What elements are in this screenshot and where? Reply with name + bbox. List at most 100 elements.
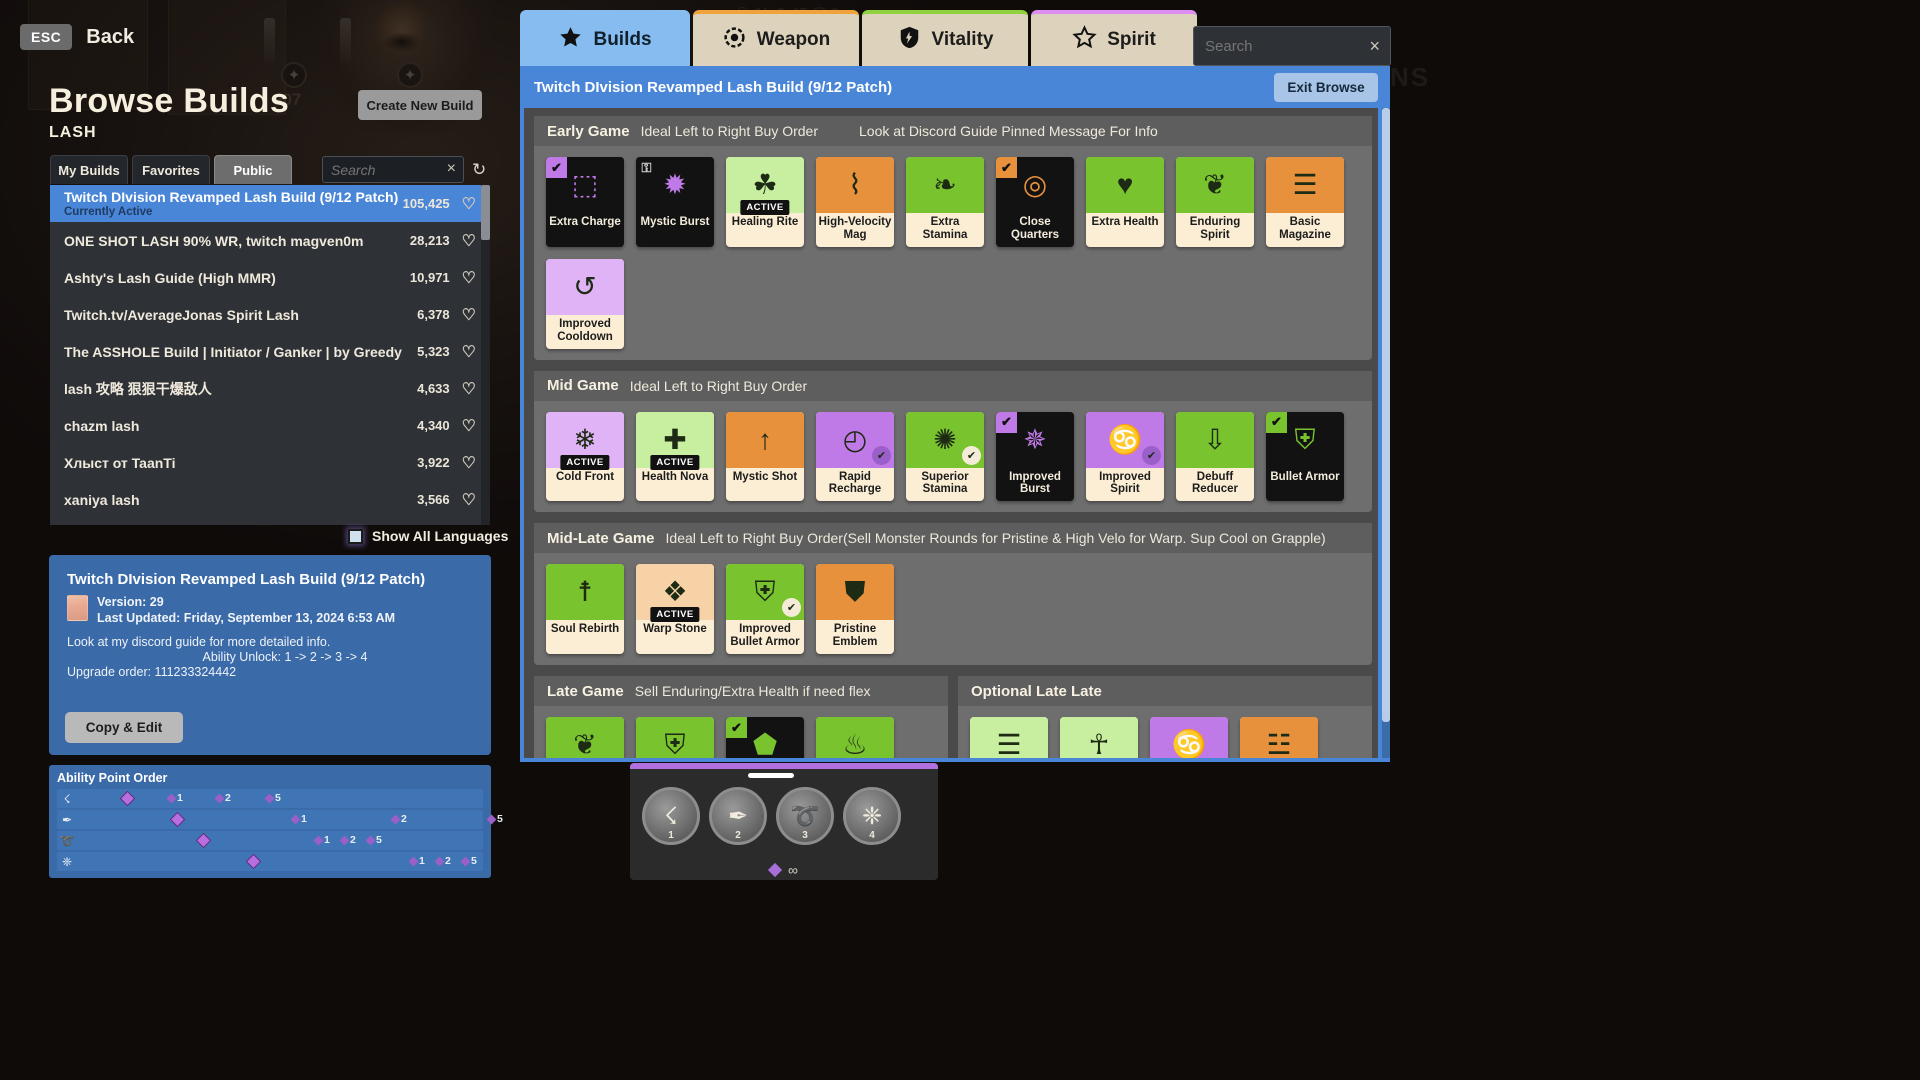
ability-slot-4-icon[interactable]: ❈ 4 [843,787,901,845]
build-favorite-count: 4,633 [417,381,450,396]
build-list-item[interactable]: Twitch.tv/AverageJonas Spirit Lash 6,378 ♡ [50,296,490,333]
item-card[interactable]: ⇩ Debuff Reducer [1176,411,1254,502]
right-search-input[interactable] [1194,27,1352,65]
left-search-input[interactable] [323,157,435,182]
heart-icon[interactable]: ♡ [462,416,476,436]
ability-slot-2-icon[interactable]: ✒ 2 [709,787,767,845]
heart-icon[interactable]: ♡ [462,490,476,510]
builds-scrollbar[interactable] [1382,108,1390,758]
build-list-item[interactable]: lash 攻略 狠狠干爆敌人 4,633 ♡ [50,370,490,407]
build-section-header: Mid-Late Game Ideal Left to Right Buy Ord… [534,523,1372,554]
right-search-clear-icon[interactable]: × [1369,36,1380,57]
copy-and-edit-button[interactable]: Copy & Edit [65,712,183,743]
item-name: Close Quarters [1011,216,1059,241]
build-list-item[interactable]: The ASSHOLE Build | Initiator / Ganker |… [50,333,490,370]
item-art: ⌇ [816,157,894,213]
tab-my-builds[interactable]: My Builds [50,155,128,184]
item-card[interactable]: ✚ ACTIVE Health Nova [636,411,714,502]
heart-icon[interactable]: ♡ [462,268,476,288]
tab-public[interactable]: Public [214,155,292,184]
ability-point-level-label: 1 [324,834,330,846]
item-name: Improved Bullet Armor [730,623,800,649]
item-name: Healing Rite [731,216,799,228]
right-search-box[interactable]: × [1193,26,1391,66]
build-section-header: Optional Late Late [958,676,1372,706]
item-card[interactable]: ⬚ ✔ Extra Charge [546,157,624,247]
show-all-languages-toggle[interactable]: Show All Languages [348,528,508,544]
build-list-item[interactable]: ONE SHOT LASH 90% WR, twitch magven0m 28,… [50,222,490,259]
left-search-clear-icon[interactable]: × [447,160,456,178]
item-card[interactable]: ↺ Improved Cooldown [546,258,624,349]
item-card[interactable]: ⛨ ✔ Bullet Armor [1266,411,1344,502]
left-search-box[interactable]: × [322,156,464,183]
exit-browse-button[interactable]: Exit Browse [1274,72,1378,102]
item-card[interactable]: ◎ ✔ Close Quarters [996,157,1074,247]
build-list-item[interactable]: Twitch DIvision Revamped Lash Build (9/1… [50,185,490,222]
item-card[interactable]: ⛊ Pristine Emblem [816,564,894,654]
item-card[interactable]: ♥ Extra Health [1086,157,1164,247]
build-list-item[interactable]: Ashty's Lash Guide (High MMR) 10,971 ♡ [50,259,490,296]
item-card[interactable]: ❄ ACTIVE Cold Front [546,411,624,502]
create-new-build-button[interactable]: Create New Build [358,90,482,120]
build-list-item[interactable]: xaniya lash 3,566 ♡ [50,481,490,518]
item-art: ↑ [726,411,804,468]
build-list-item[interactable]: chazm lash 4,340 ♡ [50,407,490,444]
item-card[interactable]: ◴ ✔ Rapid Recharge [816,411,894,502]
item-card[interactable]: ♨ [816,717,894,758]
build-list[interactable]: Twitch DIvision Revamped Lash Build (9/1… [50,185,490,525]
tab-spirit[interactable]: Spirit [1031,10,1197,66]
item-card[interactable]: ☰ACTIVE [970,717,1048,758]
item-card[interactable]: ❦ Enduring Spirit [1176,157,1254,247]
item-card[interactable]: ♋ [1150,717,1228,758]
tab-weapon[interactable]: Weapon [693,10,859,66]
item-grid: ❄ ACTIVE Cold Front ✚ ACTIVE Health Nova ↑ Myst… [534,401,1372,502]
heart-icon[interactable]: ♡ [462,453,476,473]
item-card[interactable]: ⬟ ✔ [726,717,804,758]
item-card[interactable]: ⛨ [636,717,714,758]
ability-hud-footer: ∞ [767,862,798,878]
tab-favorites[interactable]: Favorites [132,155,210,184]
heart-icon[interactable]: ♡ [462,305,476,325]
heart-icon[interactable]: ♡ [462,231,476,251]
item-card[interactable]: ☰ Basic Magazine [1266,157,1344,247]
ability-slot-3-icon[interactable]: ➰ 3 [776,787,834,845]
item-card[interactable]: ✵ ✔ Improved Burst [996,411,1074,502]
item-card[interactable]: ☳ [1240,717,1318,758]
ability-point-level: 2 [339,834,356,846]
refresh-icon[interactable]: ↻ [472,160,486,180]
build-favorite-count: 28,213 [409,233,450,248]
item-card[interactable]: ↑ Mystic Shot [726,411,804,502]
build-sections-scroll-area[interactable]: Early Game Ideal Left to Right Buy Order L… [524,108,1378,758]
item-card[interactable]: ✺ ✔ Superior Stamina [906,411,984,502]
item-card[interactable]: ❦ [546,717,624,758]
heart-icon[interactable]: ♡ [462,194,476,214]
builds-scroll-thumb[interactable] [1382,108,1390,722]
check-icon: ✔ [726,717,747,738]
ability-point-order-grid: ☇ 1 2 5 ✒ 1 2 5 ➰ 1 2 5 ❈ 1 2 5 [57,789,503,871]
diamond-icon [264,793,275,803]
item-card[interactable]: ✹ ⚿ Mystic Burst [636,157,714,247]
heart-icon[interactable]: ♡ [462,342,476,362]
item-card[interactable]: ☨ Soul Rebirth [546,564,624,654]
build-list-scrollbar[interactable] [481,185,490,525]
tab-vitality[interactable]: Vitality [862,10,1028,66]
item-card[interactable]: ❧ Extra Stamina [906,157,984,247]
item-card[interactable]: ⌇ High-Velocity Mag [816,157,894,247]
item-card[interactable]: ♋ ✔ Improved Spirit [1086,411,1164,502]
item-card[interactable]: ⛨ ✔ Improved Bullet Armor [726,564,804,654]
build-browser-overlay: Builds Weapon Vitality Spirit Search × T… [520,10,1391,762]
item-art: ↺ [546,258,624,315]
heart-icon[interactable]: ♡ [462,379,476,399]
ability-slot-1-icon[interactable]: ☇ 1 [642,787,700,845]
item-art: ✚ ACTIVE [636,411,714,470]
item-card[interactable]: ☘ ACTIVE Healing Rite [726,157,804,247]
tab-builds[interactable]: Builds [520,10,690,66]
ability-glyph: ☇ [664,802,678,830]
build-list-item[interactable]: Хлыст от TaanTi 3,922 ♡ [50,444,490,481]
build-list-scroll-thumb[interactable] [481,185,490,240]
show-all-languages-checkbox[interactable] [348,528,363,544]
improved-burst-icon: ✵ [1023,423,1047,455]
item-card[interactable]: ❖ ACTIVE Warp Stone [636,564,714,654]
tab-weapon-label: Weapon [756,29,831,50]
item-card[interactable]: ☥ACTIVE [1060,717,1138,758]
